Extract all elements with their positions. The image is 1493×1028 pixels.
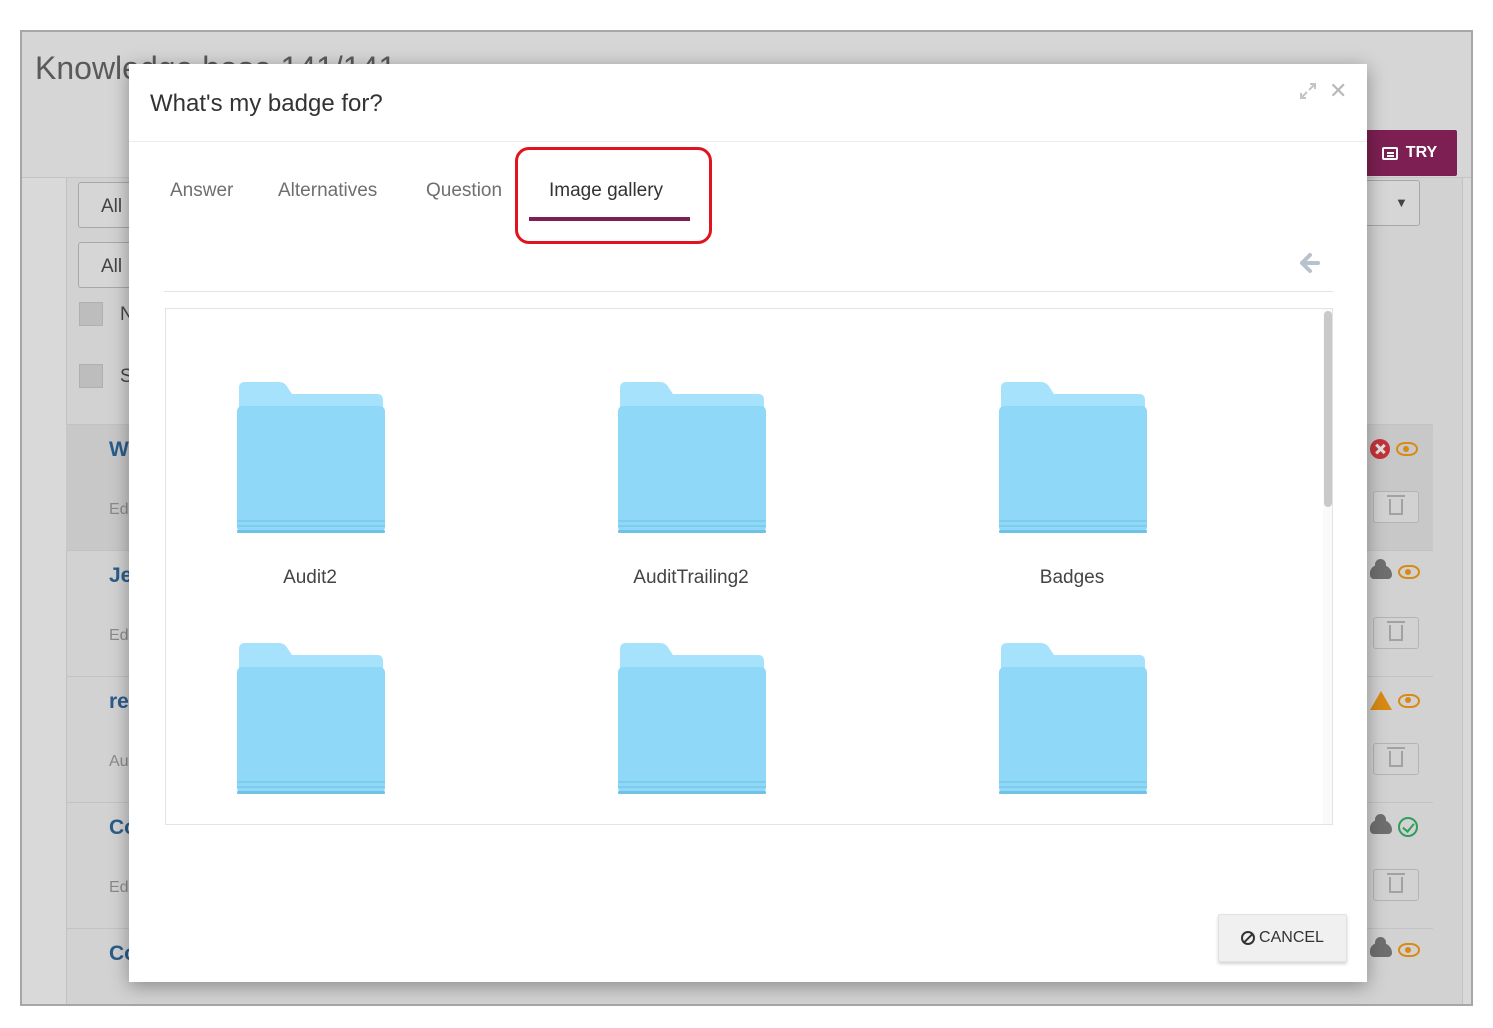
folder-item[interactable]: AuditTrailing2 [616,380,766,605]
folder-item[interactable] [997,641,1147,824]
tab-alternatives[interactable]: Alternatives [278,180,377,202]
tab-question[interactable]: Question [426,180,502,202]
folder-item[interactable]: Badges [997,380,1147,605]
eye-icon[interactable] [1398,565,1420,579]
try-button[interactable]: TRY [1362,130,1457,176]
trash-icon [1387,873,1405,893]
list-item-subtitle: Ed [109,627,129,644]
folder-name: Audit2 [283,567,337,588]
expand-icon[interactable] [1299,82,1317,100]
back-arrow-icon[interactable] [1299,252,1321,274]
folder-grid: Audit2 AuditTrailing2 Badges [165,308,1333,825]
folder-icon [237,643,385,794]
folder-icon [999,643,1147,794]
cloud-icon [1370,559,1392,579]
cloud-icon [1370,814,1392,834]
folder-icon [237,382,385,533]
list-item-subtitle: Ed [109,501,129,518]
folder-icon [618,382,766,533]
warning-icon [1370,691,1392,710]
list-item-title: re [109,690,129,713]
folder-name: AuditTrailing2 [633,567,749,588]
gallery-divider [164,291,1333,292]
folder-item[interactable]: Audit2 [235,380,385,605]
eye-icon[interactable] [1398,943,1420,957]
image-gallery-dialog: What's my badge for? ✕ Answer Alternativ… [129,64,1367,982]
dialog-header-divider [129,141,1367,142]
delete-button[interactable] [1373,869,1419,901]
list-item-title: W [109,438,129,461]
delete-button[interactable] [1373,617,1419,649]
eye-icon[interactable] [1396,442,1418,456]
ban-icon [1241,931,1256,945]
folder-name: Badges [1039,567,1105,588]
list-item-subtitle: Ed [109,879,129,896]
close-icon[interactable]: ✕ [1329,80,1347,102]
trash-icon [1387,495,1405,515]
trash-icon [1387,747,1405,767]
eye-icon[interactable] [1398,693,1420,708]
try-button-label: TRY [1405,144,1438,161]
folder-item[interactable] [235,641,385,824]
filter-dropdown-arrow[interactable]: ▼ [1360,180,1420,226]
cancel-button-label: CANCEL [1259,929,1324,946]
dialog-title: What's my badge for? [150,90,383,117]
cloud-icon [1370,937,1392,957]
error-icon [1370,439,1390,459]
check-circle-icon [1398,817,1418,837]
list-item-subtitle: Au [109,753,129,770]
chat-icon [1381,146,1398,160]
trash-icon [1387,621,1405,641]
cancel-button[interactable]: CANCEL [1218,914,1347,962]
scrollbar-thumb[interactable] [1324,311,1332,507]
filter-checkbox-1[interactable] [79,302,103,326]
delete-button[interactable] [1373,743,1419,775]
annotation-highlight-box [515,147,712,244]
folder-icon [999,382,1147,533]
filter-checkbox-2[interactable] [79,364,103,388]
tab-answer[interactable]: Answer [170,180,233,202]
folder-icon [618,643,766,794]
folder-item[interactable] [616,641,766,824]
delete-button[interactable] [1373,491,1419,523]
